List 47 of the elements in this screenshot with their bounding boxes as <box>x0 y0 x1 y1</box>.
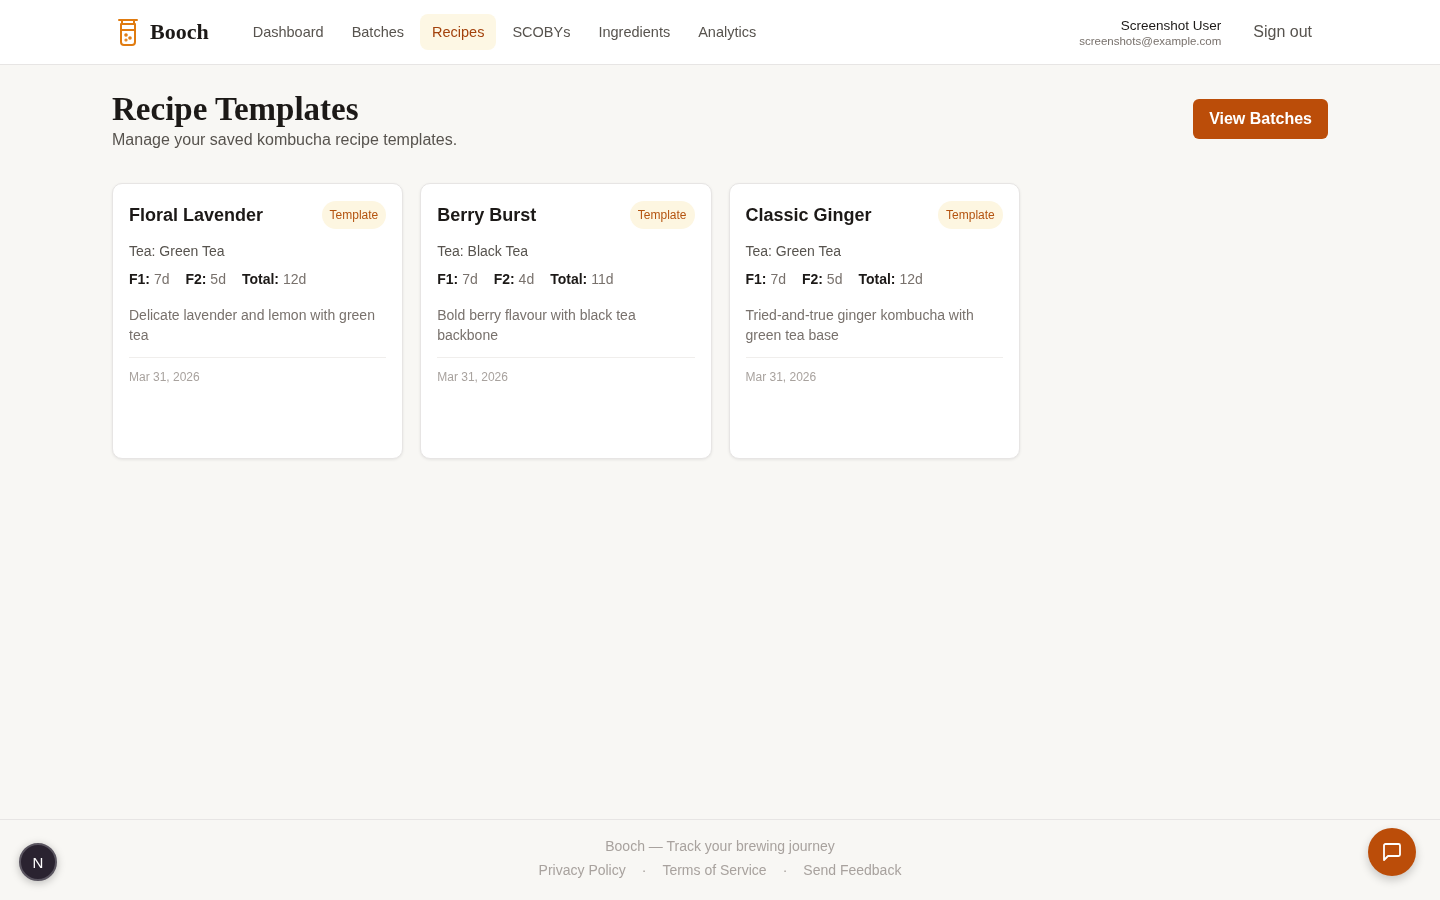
recipe-date: Mar 31, 2026 <box>437 370 509 384</box>
nav-link[interactable]: Dashboard <box>240 14 336 50</box>
template-badge: Template <box>938 201 1003 229</box>
fermentation-stat: F2: 5d <box>801 271 843 287</box>
recipe-date: Mar 31, 2026 <box>745 370 818 384</box>
fermentation-stat: Total: 12d <box>241 271 307 287</box>
recipe-description: Tried-and-true ginger kombucha with green tea base <box>745 306 975 345</box>
fermentation-stat: F2: 4d <box>493 271 535 287</box>
nav-link[interactable]: Analytics <box>686 14 769 50</box>
brand-name: Booch <box>150 19 209 45</box>
tea-text: Tea: Green Tea <box>745 243 842 259</box>
fermentation-stat: Total: 11d <box>550 271 614 287</box>
fermentation-stat: F1: 7d <box>745 271 786 287</box>
tea-text: Tea: Green Tea <box>129 243 226 259</box>
nav-link[interactable]: Ingredients <box>586 14 683 50</box>
recipe-date: Mar 31, 2026 <box>129 370 201 384</box>
user-email: screenshots@example.com <box>1079 34 1222 47</box>
nav-link[interactable]: Batches <box>339 14 417 50</box>
sign-out-button[interactable]: Sign out <box>1253 23 1312 41</box>
dev-indicator-button[interactable]: N <box>19 843 57 881</box>
fermentation-stat: F1: 7d <box>129 271 170 287</box>
template-badge: Template <box>321 201 387 229</box>
recipe-name: Floral Lavender <box>129 205 264 226</box>
nav-link[interactable]: Recipes <box>420 14 497 50</box>
footer-separator: · <box>782 862 788 878</box>
page-subtitle: Manage your saved kombucha recipe templates. <box>112 131 458 149</box>
view-batches-button[interactable]: View Batches <box>1193 99 1328 139</box>
user-name: Screenshot User <box>1120 17 1222 33</box>
recipe-card[interactable]: Classic Ginger Template Tea: Green Tea F1: 7d F2: 5d Total: 12d Tried-and-true ginger kombucha with green tea base Mar 31, 2026 <box>728 183 1020 459</box>
footer-tagline: Booch — Track your brewing journey <box>605 838 835 854</box>
footer-separator: · <box>641 862 647 878</box>
chat-button[interactable] <box>1368 828 1416 876</box>
recipe-description: Delicate lavender and lemon with green tea <box>129 306 376 345</box>
recipe-name: Berry Burst <box>437 205 537 226</box>
fermentation-stat: F1: 7d <box>437 271 478 287</box>
recipe-description: Bold berry flavour with black tea backbone <box>437 306 637 345</box>
fermentation-stat: F2: 5d <box>185 271 226 287</box>
template-badge: Template <box>629 201 695 229</box>
recipe-card[interactable]: Berry Burst Template Tea: Black Tea F1: 7d F2: 4d Total: 11d Bold berry flavour with black tea backbone Mar 31, 2026 <box>420 183 712 459</box>
nav-link[interactable]: SCOBYs <box>500 14 583 50</box>
chat-icon <box>1383 843 1401 861</box>
fermentation-stat: Total: 12d <box>858 271 923 287</box>
recipe-name: Classic Ginger <box>745 205 872 226</box>
recipe-card[interactable]: Floral Lavender Template Tea: Green Tea F1: 7d F2: 5d Total: 12d Delicate lavender and lemon with green tea Mar 31, 2026 <box>112 183 404 459</box>
tea-text: Tea: Black Tea <box>437 243 530 259</box>
jar-icon <box>118 18 138 46</box>
page-title: Recipe Templates <box>112 90 360 129</box>
